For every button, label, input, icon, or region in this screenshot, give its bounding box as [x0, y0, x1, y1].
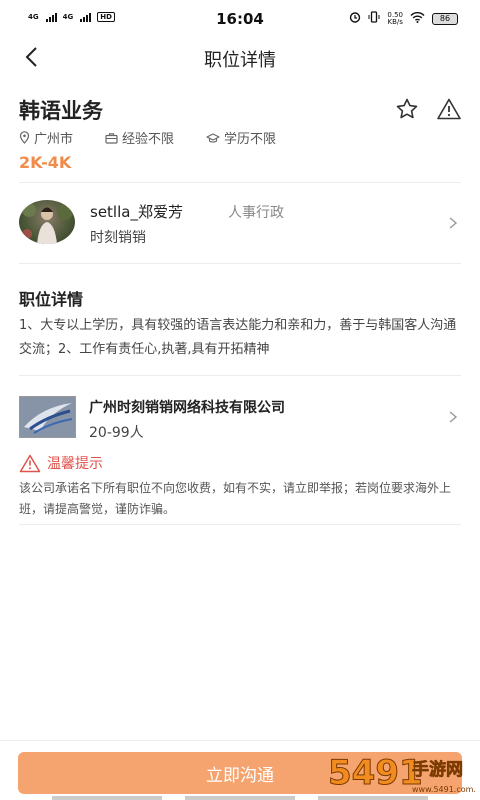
recruiter-name: setlla_郑爱芳 — [90, 203, 183, 221]
home-indicator — [52, 796, 162, 800]
alarm-icon — [349, 11, 361, 26]
location-label: 广州市 — [34, 132, 74, 147]
recruiter-card[interactable]: setlla_郑爱芳 人事行政 时刻销销 — [19, 196, 461, 252]
nav-bar: 职位详情 — [0, 38, 480, 78]
company-logo — [19, 396, 76, 438]
avatar — [19, 200, 75, 244]
tip-title-label: 温馨提示 — [47, 456, 103, 472]
svg-text:手游网: 手游网 — [412, 759, 463, 780]
salary: 2K-4K — [19, 153, 72, 172]
warning-triangle-icon — [437, 98, 461, 120]
home-indicator — [185, 796, 295, 800]
vibrate-icon — [368, 11, 380, 26]
briefcase-icon — [105, 132, 118, 144]
recruiter-company: 时刻销销 — [90, 230, 146, 246]
battery-icon: 86 — [432, 12, 458, 25]
job-education: 学历不限 — [206, 128, 276, 147]
job-meta: 广州市 经验不限 学历不限 — [19, 128, 308, 147]
job-location: 广州市 — [19, 128, 73, 147]
wifi-icon — [410, 11, 425, 26]
net-speed: 0.50 KB/s — [387, 11, 403, 26]
divider — [19, 263, 461, 264]
favorite-button[interactable] — [392, 94, 422, 124]
status-bar: 4G 4G HD 16:04 0.50 KB/s 86 — [0, 0, 480, 38]
job-title: 韩语业务 — [19, 99, 103, 123]
chevron-right-icon — [449, 411, 458, 423]
experience-label: 经验不限 — [122, 132, 175, 147]
graduation-cap-icon — [206, 132, 220, 143]
svg-text:www.5491.com.cn: www.5491.com.cn — [412, 785, 476, 794]
star-outline-icon — [396, 98, 418, 119]
warning-icon — [19, 454, 41, 472]
divider — [19, 524, 461, 525]
watermark-logo: 5491 手游网 www.5491.com.cn — [328, 753, 477, 795]
tip-text: 该公司承诺名下所有职位不向您收费，如有不实，请立即举报；若岗位要求海外上班，请提… — [19, 481, 452, 516]
location-pin-icon — [19, 131, 30, 144]
details-title: 职位详情 — [19, 290, 84, 309]
job-description: 1、大专以上学历，具有较强的语言表达能力和亲和力，善于与韩国客人沟通交流；2、工… — [19, 318, 457, 357]
page-title: 职位详情 — [204, 50, 276, 71]
company-card[interactable]: 广州时刻销销网络科技有限公司 20-99人 — [19, 394, 461, 444]
divider — [19, 182, 461, 183]
status-right: 0.50 KB/s 86 — [349, 11, 458, 26]
report-button[interactable] — [434, 94, 464, 124]
recruiter-role: 人事行政 — [228, 205, 284, 221]
job-experience: 经验不限 — [105, 128, 174, 147]
svg-text:5491: 5491 — [328, 753, 423, 793]
company-name: 广州时刻销销网络科技有限公司 — [89, 400, 285, 416]
divider — [19, 375, 461, 376]
tip-title: 温馨提示 — [19, 453, 103, 473]
net-speed-unit: KB/s — [387, 17, 403, 26]
chevron-right-icon — [449, 217, 458, 229]
education-label: 学历不限 — [224, 132, 277, 147]
company-size: 20-99人 — [89, 425, 144, 441]
